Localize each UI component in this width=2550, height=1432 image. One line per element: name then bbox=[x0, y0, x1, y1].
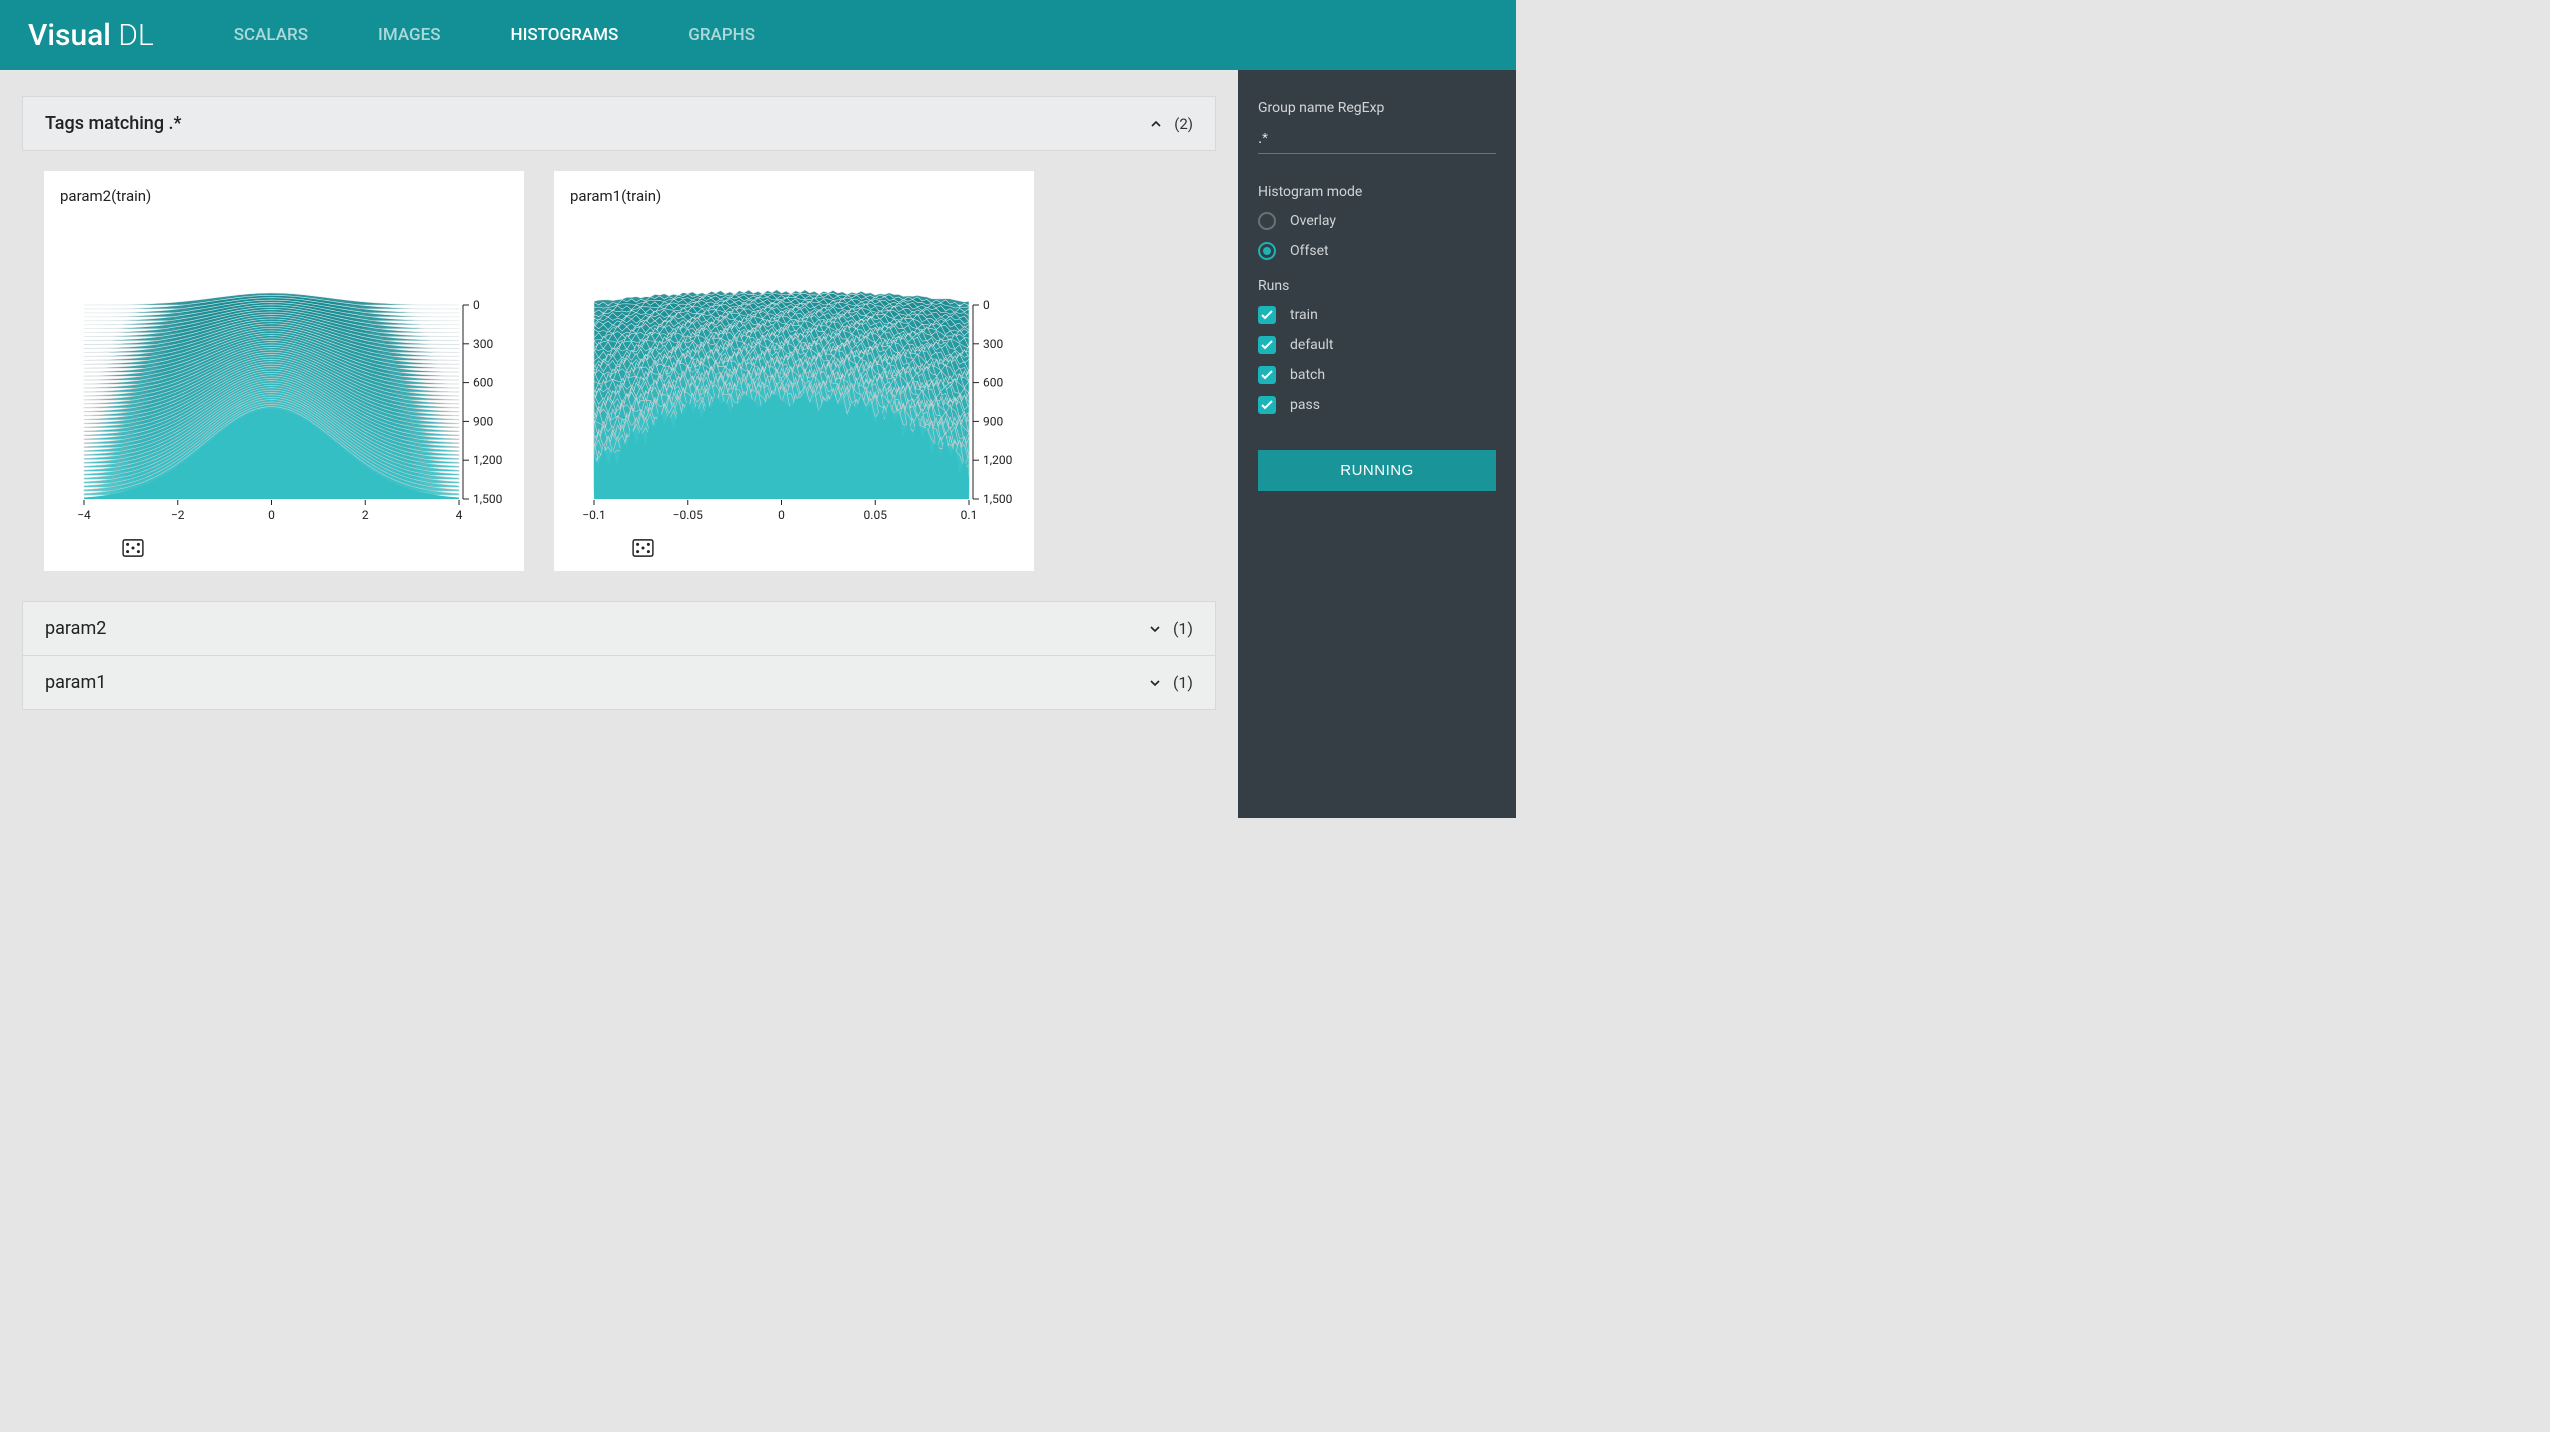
mode-overlay-label: Overlay bbox=[1290, 213, 1336, 229]
checkbox-checked-icon bbox=[1258, 336, 1276, 354]
histogram-mode-label: Histogram mode bbox=[1258, 184, 1496, 200]
nav-images[interactable]: IMAGES bbox=[378, 25, 440, 45]
svg-text:600: 600 bbox=[983, 376, 1003, 390]
tags-panel-title: Tags matching .* bbox=[45, 113, 181, 134]
top-nav: SCALARS IMAGES HISTOGRAMS GRAPHS bbox=[234, 25, 755, 45]
runs-label: Runs bbox=[1258, 278, 1496, 294]
expand-icon[interactable] bbox=[122, 539, 144, 557]
svg-text:2: 2 bbox=[362, 508, 369, 522]
svg-text:0.1: 0.1 bbox=[961, 508, 978, 522]
panel-param2[interactable]: param2 (1) bbox=[22, 601, 1216, 656]
expand-icon[interactable] bbox=[632, 539, 654, 557]
nav-scalars[interactable]: SCALARS bbox=[234, 25, 308, 45]
run-label: train bbox=[1290, 307, 1318, 323]
nav-histograms[interactable]: HISTOGRAMS bbox=[511, 25, 619, 45]
radio-icon bbox=[1258, 212, 1276, 230]
group-name-input[interactable] bbox=[1258, 126, 1496, 154]
checkbox-checked-icon bbox=[1258, 306, 1276, 324]
svg-text:1,200: 1,200 bbox=[473, 453, 503, 467]
svg-text:−4: −4 bbox=[77, 508, 91, 522]
svg-text:900: 900 bbox=[473, 414, 493, 428]
svg-text:0: 0 bbox=[983, 298, 990, 312]
mode-overlay-option[interactable]: Overlay bbox=[1258, 212, 1496, 230]
svg-text:−0.1: −0.1 bbox=[582, 508, 606, 522]
radio-checked-icon bbox=[1258, 242, 1276, 260]
svg-text:−0.05: −0.05 bbox=[673, 508, 704, 522]
run-label: default bbox=[1290, 337, 1334, 353]
svg-text:1,500: 1,500 bbox=[473, 492, 503, 506]
mode-offset-option[interactable]: Offset bbox=[1258, 242, 1496, 260]
panel-param1[interactable]: param1 (1) bbox=[22, 656, 1216, 710]
svg-text:300: 300 bbox=[983, 337, 1003, 351]
svg-text:0: 0 bbox=[473, 298, 480, 312]
panel-title: param1 bbox=[45, 672, 106, 693]
svg-text:1,200: 1,200 bbox=[983, 453, 1013, 467]
svg-text:0: 0 bbox=[778, 508, 785, 522]
run-batch-option[interactable]: batch bbox=[1258, 366, 1496, 384]
main-content: Tags matching .* (2) param2(train) 0 300 6… bbox=[0, 70, 1238, 818]
chevron-down-icon bbox=[1147, 621, 1163, 637]
panel-count: (1) bbox=[1173, 619, 1193, 638]
chevron-down-icon bbox=[1147, 675, 1163, 691]
group-name-label: Group name RegExp bbox=[1258, 100, 1496, 116]
panel-title: param2 bbox=[45, 618, 106, 639]
chart-title: param1(train) bbox=[570, 187, 1018, 205]
checkbox-checked-icon bbox=[1258, 366, 1276, 384]
chevron-up-icon bbox=[1148, 116, 1164, 132]
logo-text-light: DL bbox=[111, 18, 154, 53]
chart-card-param1: param1(train) 0 300 600 900 1,200 1,500 −0.1 −0… bbox=[554, 171, 1034, 571]
svg-text:0.05: 0.05 bbox=[864, 508, 888, 522]
svg-text:−2: −2 bbox=[171, 508, 185, 522]
running-button[interactable]: RUNNING bbox=[1258, 450, 1496, 491]
svg-text:0: 0 bbox=[268, 508, 275, 522]
run-label: pass bbox=[1290, 397, 1320, 413]
logo-text-strong: Visual bbox=[28, 18, 111, 53]
svg-text:1,500: 1,500 bbox=[983, 492, 1013, 506]
tags-panel-count: (2) bbox=[1174, 115, 1193, 133]
chart-title: param2(train) bbox=[60, 187, 508, 205]
run-pass-option[interactable]: pass bbox=[1258, 396, 1496, 414]
app-header: Visual DL SCALARS IMAGES HISTOGRAMS GRAP… bbox=[0, 0, 1516, 70]
chart-card-param2: param2(train) 0 300 600 900 1,200 1,500 −4 −2 0 2… bbox=[44, 171, 524, 571]
svg-text:600: 600 bbox=[473, 376, 493, 390]
histogram-chart-param2[interactable]: 0 300 600 900 1,200 1,500 −4 −2 0 2 4 bbox=[60, 209, 508, 529]
nav-graphs[interactable]: GRAPHS bbox=[688, 25, 755, 45]
charts-row: param2(train) 0 300 600 900 1,200 1,500 −4 −2 0 2… bbox=[22, 151, 1216, 591]
run-train-option[interactable]: train bbox=[1258, 306, 1496, 324]
mode-offset-label: Offset bbox=[1290, 243, 1329, 259]
histogram-chart-param1[interactable]: 0 300 600 900 1,200 1,500 −0.1 −0.05 0 0.05 0.1 bbox=[570, 209, 1018, 529]
run-default-option[interactable]: default bbox=[1258, 336, 1496, 354]
svg-text:4: 4 bbox=[456, 508, 463, 522]
checkbox-checked-icon bbox=[1258, 396, 1276, 414]
svg-text:900: 900 bbox=[983, 414, 1003, 428]
tags-panel-header[interactable]: Tags matching .* (2) bbox=[22, 96, 1216, 151]
svg-text:300: 300 bbox=[473, 337, 493, 351]
sidebar-panel: Group name RegExp Histogram mode Overlay… bbox=[1238, 70, 1516, 818]
run-label: batch bbox=[1290, 367, 1325, 383]
panel-count: (1) bbox=[1173, 673, 1193, 692]
app-logo: Visual DL bbox=[28, 18, 154, 53]
